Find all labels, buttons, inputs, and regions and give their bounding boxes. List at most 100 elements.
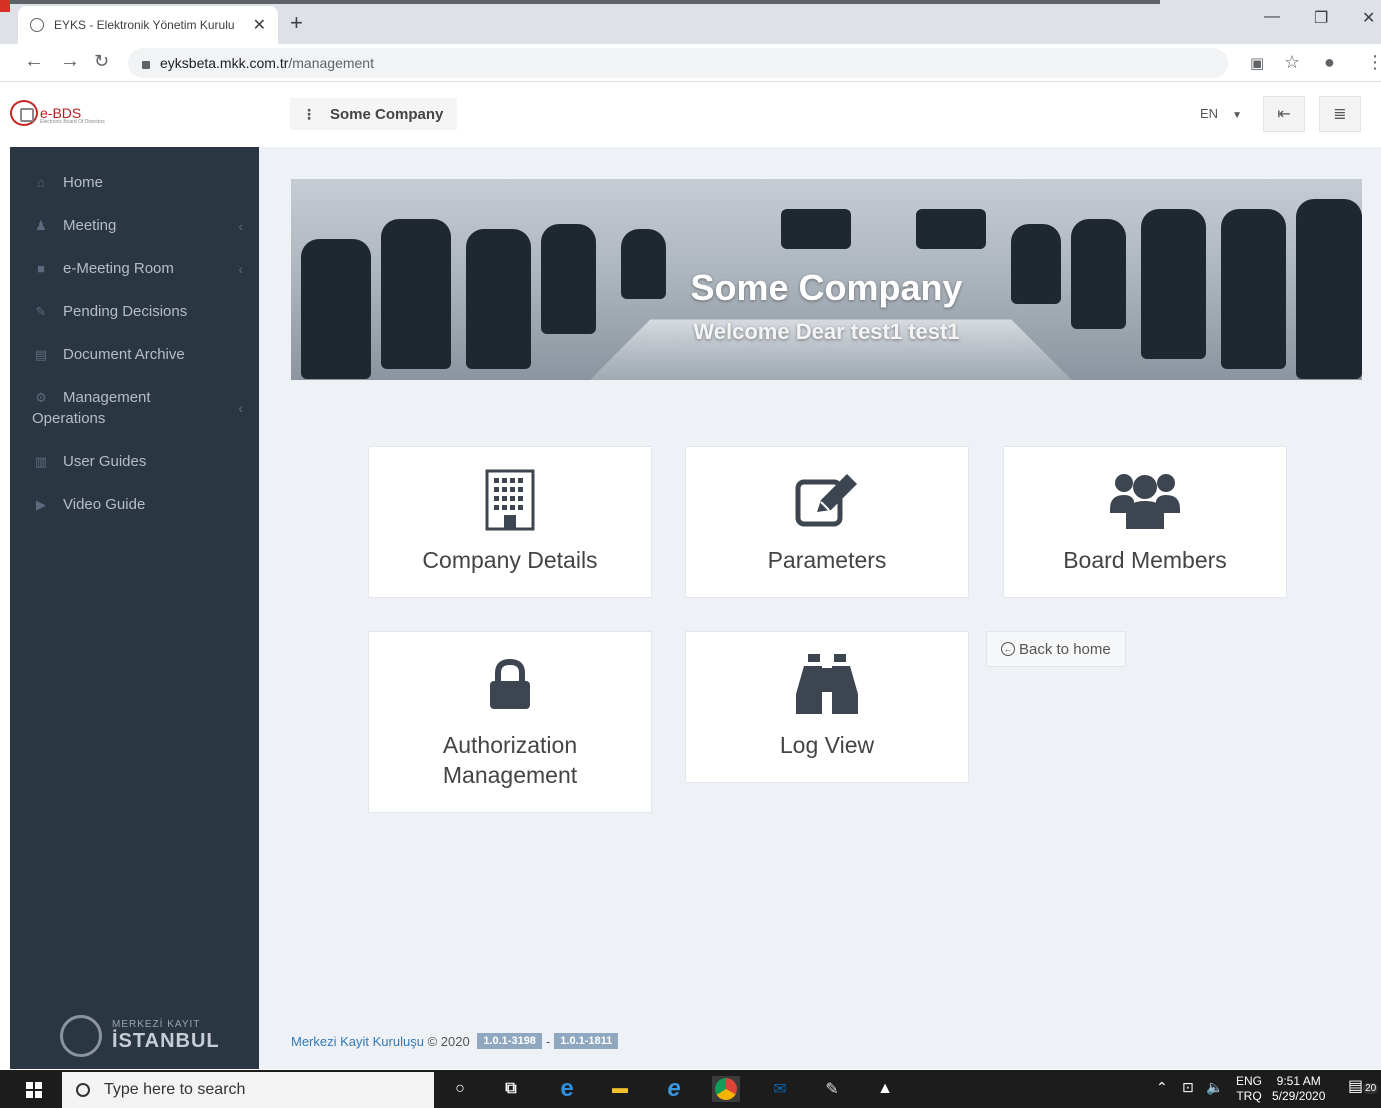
close-window-icon[interactable]: ✕ bbox=[1362, 8, 1375, 28]
input-language[interactable]: ENG TRQ bbox=[1236, 1074, 1262, 1104]
authorization-management-card[interactable]: Authorization Management bbox=[368, 631, 652, 813]
home-icon: ⌂ bbox=[37, 175, 45, 190]
lock-icon bbox=[142, 61, 150, 69]
url-path: /management bbox=[288, 55, 374, 71]
building-icon bbox=[485, 469, 535, 531]
sidebar-item-video-guide[interactable]: ▶ Video Guide bbox=[10, 483, 259, 526]
sidebar-item-management-operations[interactable]: ⚙ Management Operations ‹ bbox=[10, 376, 259, 440]
mkk-logo-line2: İSTANBUL bbox=[112, 1030, 220, 1052]
url-host: eyksbeta.mkk.com.tr bbox=[160, 55, 289, 71]
chair-image bbox=[781, 209, 851, 249]
mkk-istanbul-logo: MERKEZİ KAYIT İSTANBUL bbox=[60, 1015, 220, 1057]
cortana-icon[interactable]: ○ bbox=[446, 1076, 474, 1102]
footer-org-link[interactable]: Merkezi Kayit Kuruluşu bbox=[291, 1034, 424, 1049]
translate-icon[interactable]: ▣ bbox=[1250, 54, 1264, 72]
minimize-icon[interactable]: — bbox=[1264, 8, 1280, 26]
sidebar-item-label: Management bbox=[63, 389, 151, 406]
page-footer: Merkezi Kayit Kuruluşu © 2020 1.0.1-3198… bbox=[291, 1033, 622, 1049]
back-to-home-button[interactable]: ← Back to home bbox=[986, 631, 1126, 667]
sidebar-item-e-meeting-room[interactable]: ■ e-Meeting Room ‹ bbox=[10, 247, 259, 290]
vertical-dots-icon: ⋮ bbox=[302, 105, 316, 122]
profile-icon[interactable]: ● bbox=[1324, 52, 1335, 73]
notification-count: 20 bbox=[1363, 1083, 1379, 1094]
sidebar-toggle-button[interactable]: ≣ bbox=[1319, 96, 1361, 132]
app-header: e-BDS Electronic Board Of Directors ⋮ So… bbox=[0, 82, 1381, 146]
tray-chevron-up-icon[interactable]: ⌃ bbox=[1156, 1080, 1168, 1095]
clock-date: 5/29/2020 bbox=[1272, 1089, 1326, 1103]
browser-tab[interactable]: EYKS - Elektronik Yönetim Kurulu ✕ bbox=[18, 6, 278, 44]
language-value: EN bbox=[1200, 106, 1219, 121]
volume-icon[interactable]: 🔈 bbox=[1206, 1080, 1223, 1095]
action-center-icon[interactable]: ▤ 20 bbox=[1348, 1079, 1379, 1096]
sidebar-item-label: Video Guide bbox=[63, 496, 146, 513]
sidebar-item-meeting[interactable]: ♟ Meeting ‹ bbox=[10, 204, 259, 247]
back-arrow-icon[interactable]: ← bbox=[24, 50, 44, 73]
language-selector[interactable]: EN ▼ bbox=[1200, 106, 1242, 121]
company-banner: Some Company Welcome Dear test1 test1 bbox=[291, 179, 1362, 380]
sidebar-item-user-guides[interactable]: ▥ User Guides bbox=[10, 440, 259, 483]
banner-company-title: Some Company bbox=[690, 267, 963, 308]
sidebar-item-label: Document Archive bbox=[63, 346, 185, 363]
sidebar-item-home[interactable]: ⌂ Home bbox=[10, 161, 259, 204]
sidebar-menu: ⌂ Home ♟ Meeting ‹ ■ e-Meeting Room ‹ ✎ … bbox=[10, 147, 259, 526]
log-view-card[interactable]: Log View bbox=[685, 631, 969, 783]
company-name: Some Company bbox=[330, 105, 444, 123]
url-bar[interactable]: eyksbeta.mkk.com.tr/management bbox=[128, 48, 1228, 78]
internet-explorer-icon[interactable]: e bbox=[660, 1075, 688, 1102]
users-icon: ♟ bbox=[35, 218, 47, 233]
paint-icon[interactable]: ✎ bbox=[818, 1076, 846, 1102]
play-icon: ▶ bbox=[36, 497, 46, 512]
address-toolbar: ← → ↻ eyksbeta.mkk.com.tr/management ▣ ☆… bbox=[0, 44, 1381, 82]
new-tab-button[interactable]: + bbox=[290, 10, 303, 36]
logo-mark-icon bbox=[10, 100, 38, 126]
clock[interactable]: 9:51 AM 5/29/2020 bbox=[1272, 1074, 1325, 1104]
binoculars-icon bbox=[796, 654, 858, 716]
network-icon[interactable]: ⊡ bbox=[1182, 1080, 1194, 1095]
taskbar-search-placeholder: Type here to search bbox=[104, 1081, 246, 1098]
card-label: Board Members bbox=[1063, 547, 1227, 573]
chrome-icon[interactable] bbox=[712, 1076, 740, 1102]
file-explorer-icon[interactable]: ▬ bbox=[606, 1076, 634, 1102]
arrow-circle-left-icon: ← bbox=[1001, 642, 1015, 656]
browser-tabstrip: EYKS - Elektronik Yönetim Kurulu ✕ + — ❐… bbox=[0, 0, 1381, 44]
version-badge: 1.0.1-3198 bbox=[477, 1033, 542, 1049]
edge-icon[interactable]: e bbox=[553, 1075, 581, 1102]
task-view-icon[interactable]: ⧉ bbox=[497, 1076, 525, 1102]
sidebar-item-document-archive[interactable]: ▤ Document Archive bbox=[10, 333, 259, 376]
chevron-left-icon: ‹ bbox=[238, 400, 243, 416]
close-tab-icon[interactable]: ✕ bbox=[253, 15, 266, 35]
restore-icon[interactable]: ❐ bbox=[1314, 8, 1328, 28]
search-icon bbox=[76, 1083, 90, 1097]
main-content: Some Company Welcome Dear test1 test1 Co… bbox=[259, 147, 1381, 1069]
ebds-logo[interactable]: e-BDS Electronic Board Of Directors bbox=[10, 100, 105, 126]
book-icon: ▥ bbox=[34, 454, 48, 469]
sidebar-item-label-line2: Operations bbox=[32, 410, 106, 427]
recording-indicator bbox=[0, 0, 10, 12]
chevron-left-icon: ‹ bbox=[238, 218, 243, 234]
input-language-line2: TRQ bbox=[1236, 1089, 1262, 1103]
clock-time: 9:51 AM bbox=[1276, 1074, 1321, 1088]
sidebar-item-pending-decisions[interactable]: ✎ Pending Decisions bbox=[10, 290, 259, 333]
forward-arrow-icon[interactable]: → bbox=[60, 50, 80, 73]
mkk-logo-line1: MERKEZİ KAYIT bbox=[112, 1019, 201, 1030]
windows-start-icon[interactable] bbox=[26, 1082, 42, 1098]
board-members-card[interactable]: Board Members bbox=[1003, 446, 1287, 598]
reload-icon[interactable]: ↻ bbox=[94, 51, 109, 72]
photos-icon[interactable]: ▲ bbox=[871, 1076, 899, 1102]
pencil-icon: ✎ bbox=[35, 304, 47, 319]
logout-button[interactable]: ⇤ bbox=[1263, 96, 1305, 132]
card-label-line2: Management bbox=[442, 762, 578, 788]
parameters-card[interactable]: Parameters bbox=[685, 446, 969, 598]
banner-welcome-text: Welcome Dear test1 test1 bbox=[693, 319, 960, 344]
users-group-icon bbox=[1110, 469, 1180, 531]
browser-menu-icon[interactable]: ⋮ bbox=[1366, 52, 1381, 73]
company-details-card[interactable]: Company Details bbox=[368, 446, 652, 598]
company-selector[interactable]: ⋮ Some Company bbox=[290, 98, 458, 130]
video-icon: ■ bbox=[37, 261, 45, 276]
bookmark-star-icon[interactable]: ☆ bbox=[1284, 52, 1300, 73]
outlook-icon[interactable]: ✉ bbox=[766, 1076, 794, 1102]
sidebar-item-label: Meeting bbox=[63, 217, 117, 234]
taskbar-search-input[interactable]: Type here to search bbox=[62, 1072, 434, 1108]
mkk-emblem-icon bbox=[60, 1015, 102, 1057]
chair-image bbox=[916, 209, 986, 249]
